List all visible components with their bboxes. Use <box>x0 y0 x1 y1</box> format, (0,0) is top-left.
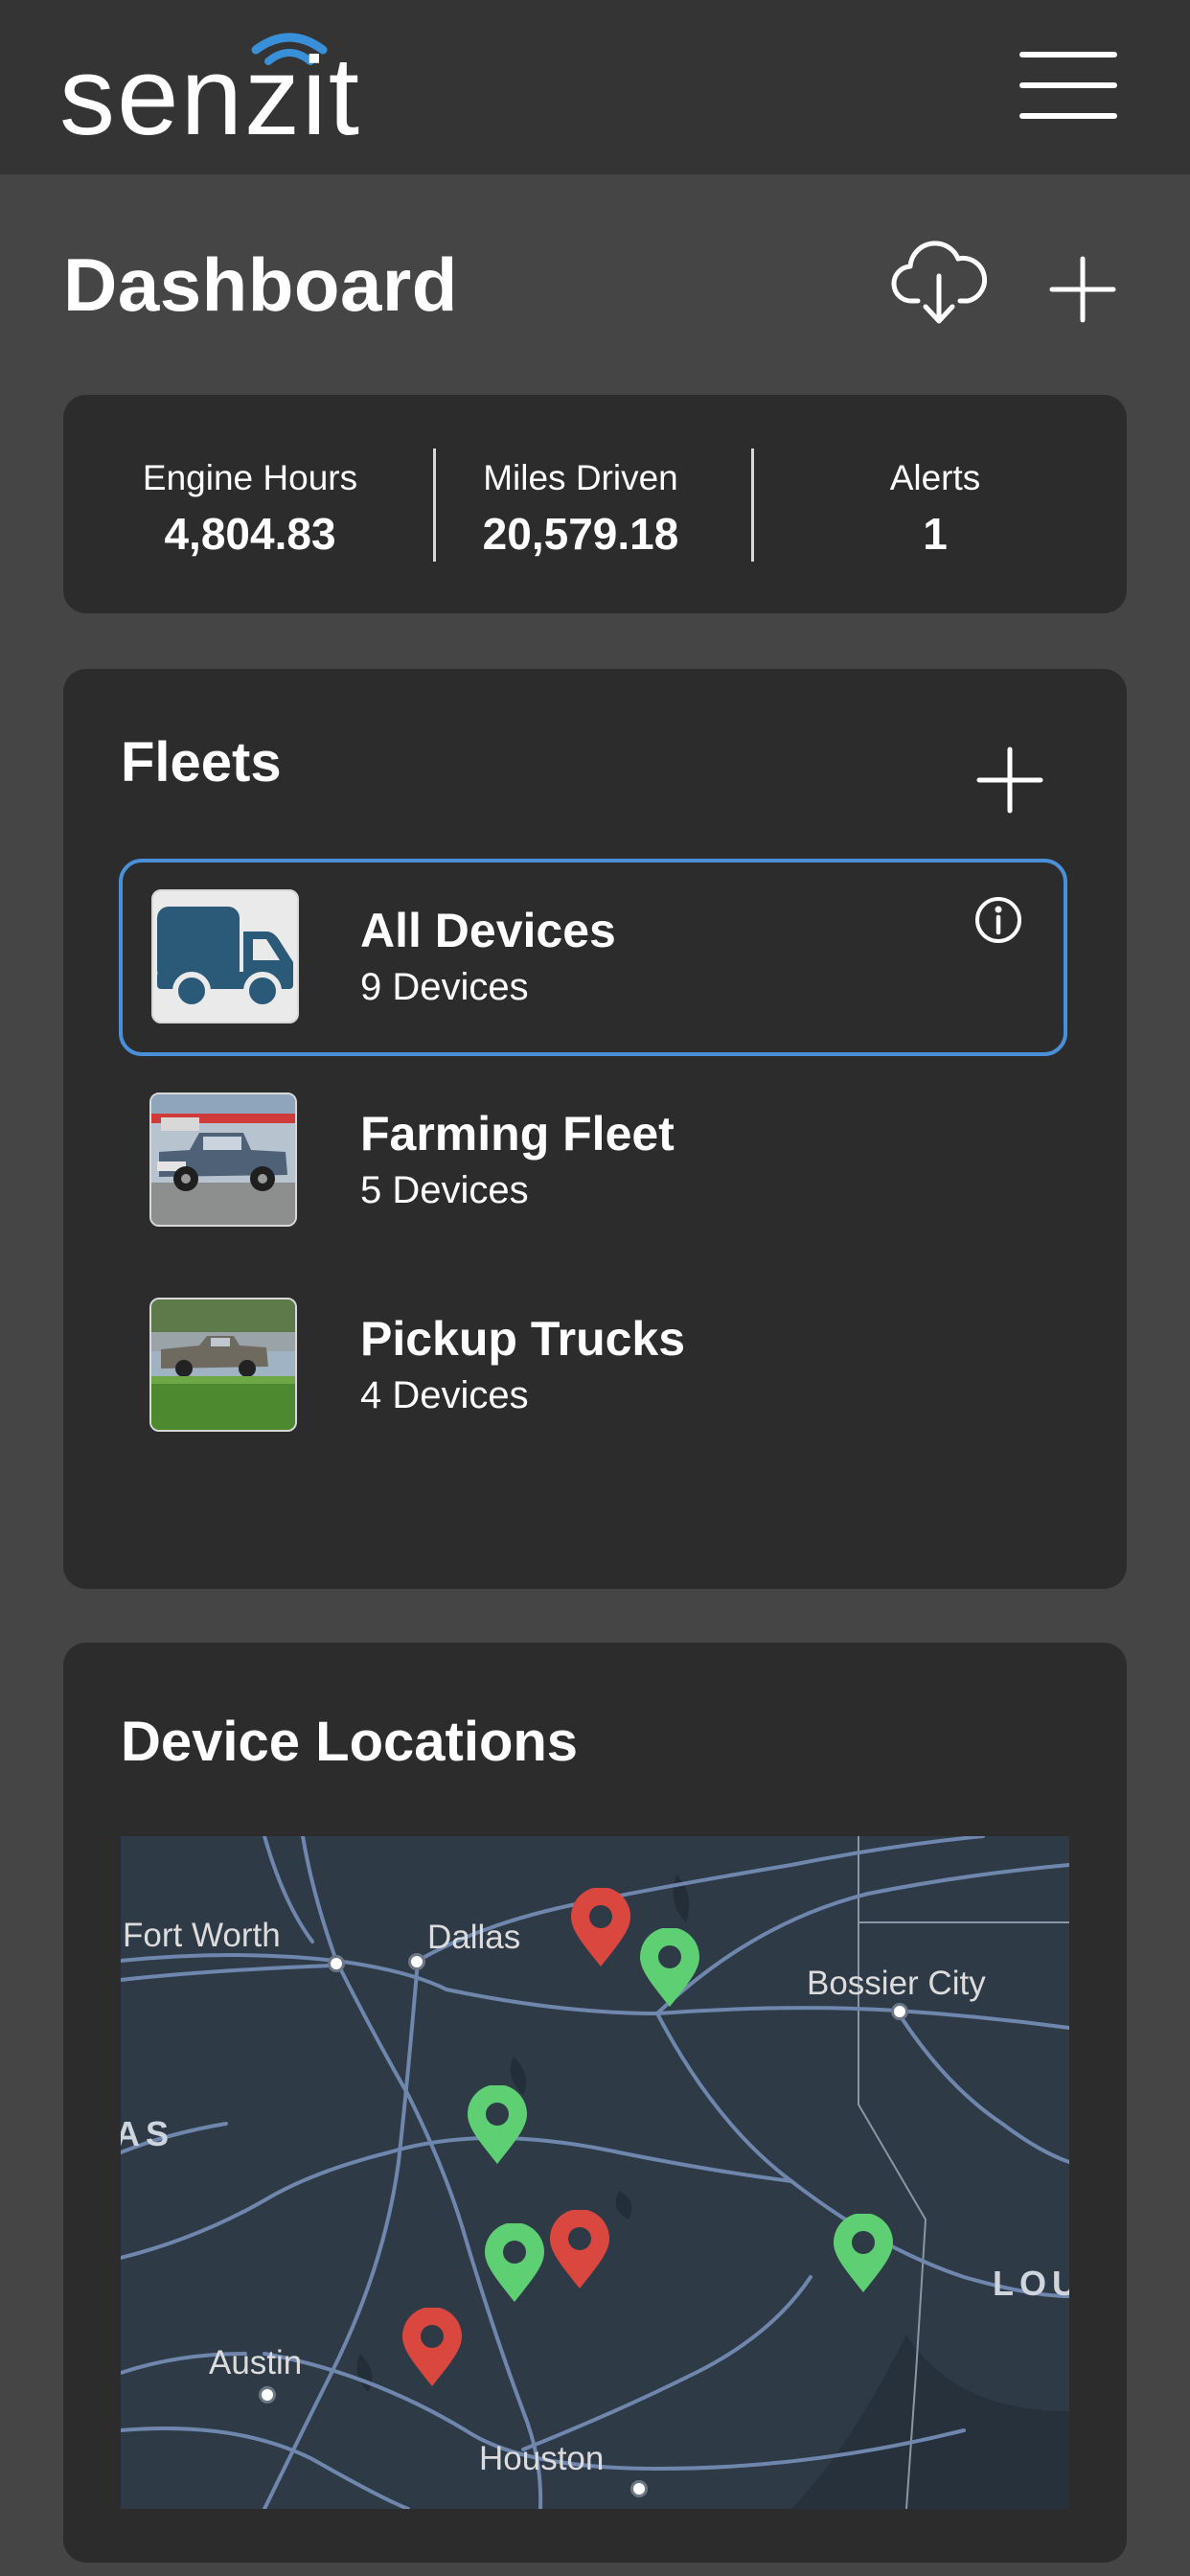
add-dashboard-plus-icon[interactable] <box>1048 255 1117 329</box>
truck-icon <box>151 889 299 1024</box>
hamburger-menu-icon[interactable] <box>1016 48 1121 125</box>
fleet-item-pickup-trucks[interactable]: Pickup Trucks 4 Devices <box>119 1269 1067 1466</box>
city-marker <box>891 2003 908 2020</box>
stat-label: Miles Driven <box>483 458 678 497</box>
map-pin-ok[interactable] <box>830 2213 897 2294</box>
stat-value: 20,579.18 <box>482 509 679 559</box>
device-map[interactable]: Fort Worth Dallas Bossier City Austin Ho… <box>121 1836 1069 2509</box>
stat-value: 1 <box>923 509 948 559</box>
map-region-label: LOU <box>993 2264 1069 2303</box>
stat-value: 4,804.83 <box>164 509 336 559</box>
stat-miles-driven: Miles Driven 20,579.18 <box>442 395 720 613</box>
cloud-download-icon[interactable] <box>891 238 988 334</box>
map-city-label: Bossier City <box>807 1965 986 2002</box>
pickup-truck-field-photo <box>149 1298 297 1432</box>
map-city-label: Houston <box>479 2440 605 2477</box>
map-pin-ok[interactable] <box>481 2222 548 2304</box>
fleets-card: Fleets All Devices 9 Devices Farming Fle… <box>63 669 1127 1589</box>
map-pin-alert[interactable] <box>399 2307 466 2388</box>
map-pin-alert[interactable] <box>567 1887 634 1968</box>
fleet-count: 9 Devices <box>360 966 529 1008</box>
senzit-logo[interactable]: senzit <box>59 27 510 158</box>
pickup-truck-photo <box>149 1092 297 1227</box>
top-bar: senzit <box>0 0 1190 174</box>
fleet-count: 5 Devices <box>360 1169 529 1211</box>
divider <box>751 448 754 562</box>
city-marker <box>630 2480 648 2497</box>
map-city-label: Austin <box>209 2344 303 2381</box>
device-locations-card: Device Locations Fort Worth Dallas Bossi… <box>63 1643 1127 2563</box>
map-pin-ok[interactable] <box>636 1927 703 2009</box>
map-region-label: AS <box>121 2114 175 2153</box>
page-title: Dashboard <box>63 242 458 327</box>
add-fleet-plus-icon[interactable] <box>975 746 1044 819</box>
fleet-item-farming-fleet[interactable]: Farming Fleet 5 Devices <box>119 1064 1067 1261</box>
fleet-name: Farming Fleet <box>360 1107 675 1161</box>
fleet-item-all-devices[interactable]: All Devices 9 Devices <box>119 859 1067 1056</box>
fleet-count: 4 Devices <box>360 1374 529 1416</box>
divider <box>433 448 436 562</box>
device-locations-title: Device Locations <box>121 1711 579 1773</box>
map-pin-ok[interactable] <box>464 2084 531 2166</box>
fleets-title: Fleets <box>121 731 282 794</box>
map-pin-alert[interactable] <box>546 2209 613 2290</box>
stat-engine-hours: Engine Hours 4,804.83 <box>111 395 389 613</box>
fleet-name: All Devices <box>360 904 616 957</box>
city-marker <box>408 1953 425 1970</box>
stat-label: Engine Hours <box>142 458 358 497</box>
map-city-label: Fort Worth <box>123 1917 281 1954</box>
stat-alerts[interactable]: Alerts 1 <box>791 395 1079 613</box>
logo-text: senzit <box>59 34 361 151</box>
map-city-label: Dallas <box>427 1919 521 1956</box>
city-marker <box>259 2386 276 2404</box>
info-icon[interactable] <box>973 895 1023 950</box>
stat-label: Alerts <box>889 458 981 497</box>
stats-card: Engine Hours 4,804.83 Miles Driven 20,57… <box>63 395 1127 613</box>
city-marker <box>328 1955 345 1972</box>
fleet-name: Pickup Trucks <box>360 1312 686 1366</box>
